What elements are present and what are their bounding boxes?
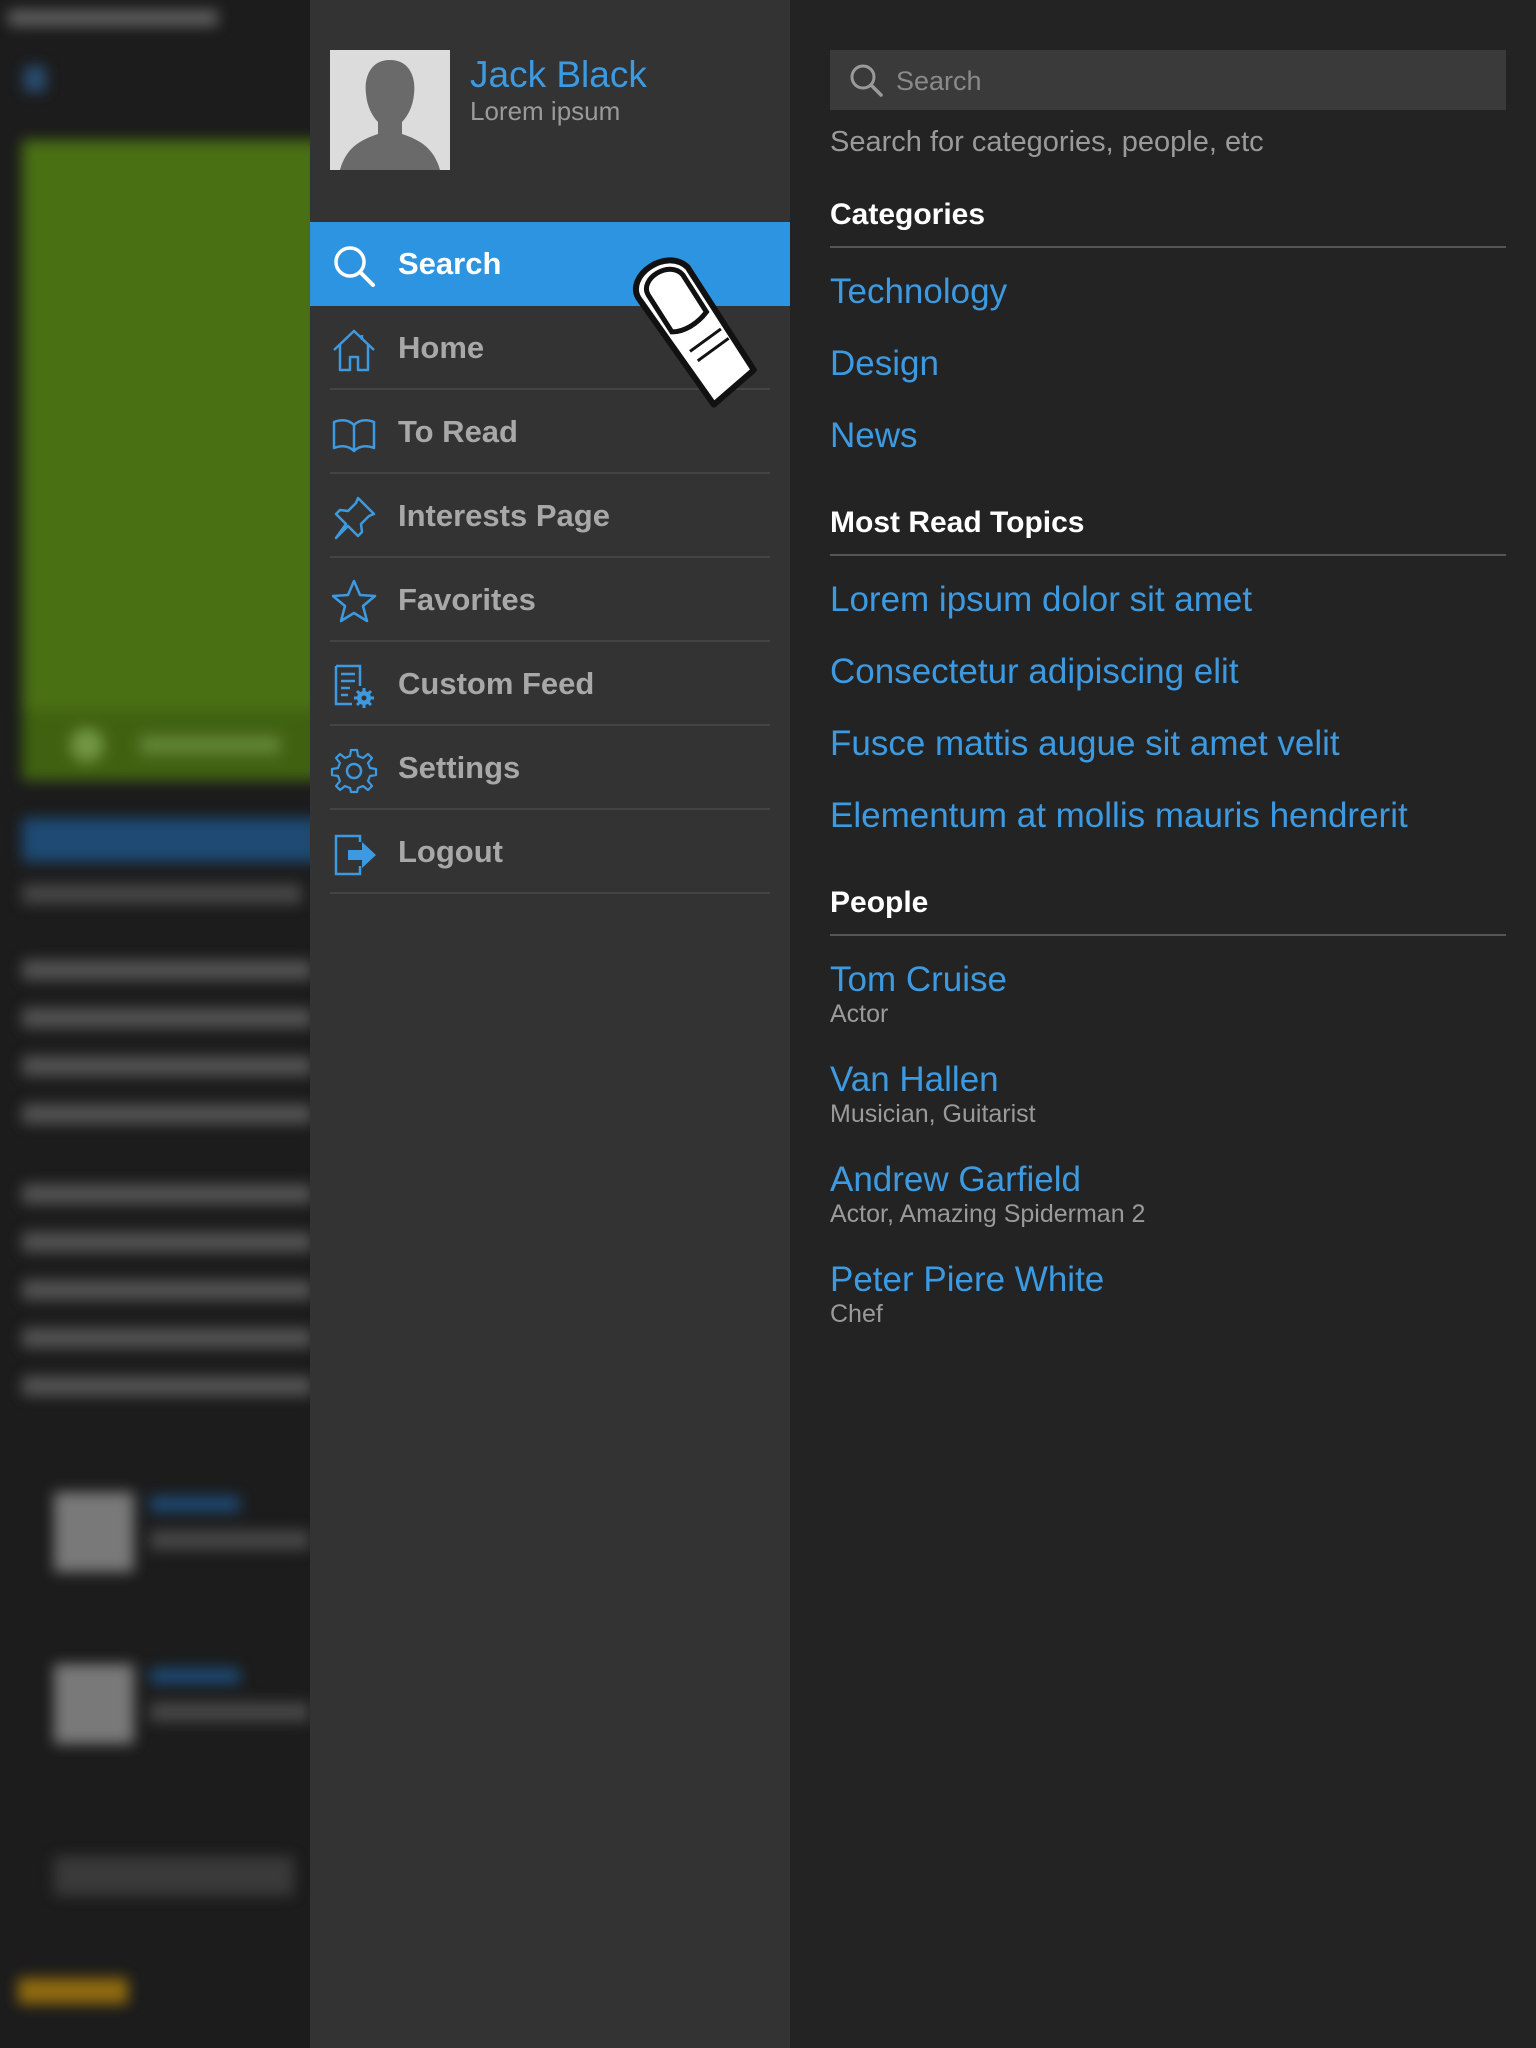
- person-role: Actor, Amazing Spiderman 2: [830, 1200, 1146, 1228]
- search-panel: Search for categories, people, etc Categ…: [790, 0, 1536, 2048]
- section-title-people: People: [830, 886, 1506, 936]
- pin-icon: [334, 496, 376, 540]
- category-link[interactable]: News: [830, 416, 918, 456]
- menu-item-label: Interests Page: [398, 498, 610, 533]
- menu-item-label: Favorites: [398, 582, 536, 617]
- profile-name[interactable]: Jack Black: [470, 54, 647, 96]
- person-role: Actor: [830, 1000, 889, 1028]
- star-icon: [331, 579, 377, 623]
- menu-item-label: Search: [398, 246, 502, 281]
- category-link[interactable]: Design: [830, 344, 939, 384]
- side-menu: Jack Black Lorem ipsum Search Home To Re…: [310, 0, 790, 2048]
- person-role: Musician, Guitarist: [830, 1100, 1036, 1128]
- topic-link[interactable]: Consectetur adipiscing elit: [830, 652, 1239, 692]
- topic-link[interactable]: Fusce mattis augue sit amet velit: [830, 724, 1340, 764]
- topic-link[interactable]: Elementum at mollis mauris hendrerit: [830, 796, 1408, 836]
- search-icon: [334, 246, 375, 287]
- menu-item-label: Home: [398, 330, 485, 365]
- menu-item-label: Custom Feed: [398, 666, 595, 701]
- gear-icon: [330, 748, 378, 794]
- menu-item-logout[interactable]: Logout: [310, 810, 790, 894]
- person-silhouette-icon: [330, 50, 450, 170]
- feed-settings-icon: [334, 664, 374, 708]
- section-title-most-read-topics: Most Read Topics: [830, 506, 1506, 556]
- search-bar[interactable]: [830, 50, 1506, 112]
- person-role: Chef: [830, 1300, 883, 1328]
- book-icon: [332, 419, 376, 453]
- person-name[interactable]: Tom Cruise: [830, 960, 1007, 1000]
- menu-item-label: Settings: [398, 750, 521, 785]
- menu-item-settings[interactable]: Settings: [310, 726, 790, 810]
- search-input[interactable]: [894, 50, 1488, 112]
- search-hint: Search for categories, people, etc: [830, 126, 1264, 158]
- logout-icon: [334, 834, 376, 876]
- home-icon: [333, 329, 375, 372]
- search-icon: [850, 64, 883, 97]
- category-link[interactable]: Technology: [830, 272, 1007, 312]
- person-name[interactable]: Andrew Garfield: [830, 1160, 1081, 1200]
- menu-item-label: Logout: [398, 834, 504, 869]
- menu-item-label: To Read: [398, 414, 518, 449]
- menu-item-interests-page[interactable]: Interests Page: [310, 474, 790, 558]
- profile-subtitle: Lorem ipsum: [470, 96, 621, 126]
- menu-item-custom-feed[interactable]: Custom Feed: [310, 642, 790, 726]
- menu-item-favorites[interactable]: Favorites: [310, 558, 790, 642]
- person-name[interactable]: Van Hallen: [830, 1060, 999, 1100]
- person-name[interactable]: Peter Piere White: [830, 1260, 1104, 1300]
- avatar[interactable]: [330, 50, 450, 170]
- topic-link[interactable]: Lorem ipsum dolor sit amet: [830, 580, 1252, 620]
- tap-gesture-icon: [633, 257, 757, 408]
- background-app-blurred: [0, 0, 320, 2048]
- section-title-categories: Categories: [830, 198, 1506, 248]
